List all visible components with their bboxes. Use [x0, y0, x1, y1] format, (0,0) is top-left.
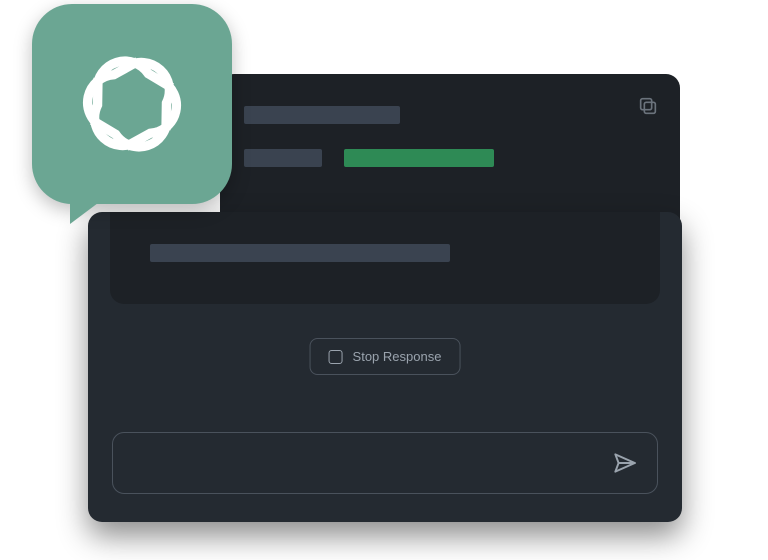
openai-logo-tile: [32, 4, 232, 204]
chat-panel: Stop Response: [88, 212, 682, 522]
code-token-neutral: [244, 149, 322, 167]
copy-button[interactable]: [634, 92, 662, 120]
stop-icon: [329, 350, 343, 364]
code-token-green: [344, 149, 494, 167]
message-input-bar: [112, 432, 658, 494]
message-input[interactable]: [133, 455, 611, 472]
response-block: [110, 212, 660, 304]
stop-response-button[interactable]: Stop Response: [310, 338, 461, 375]
response-placeholder-line: [150, 244, 450, 262]
stop-response-label: Stop Response: [353, 349, 442, 364]
openai-knot-icon: [62, 34, 202, 174]
send-button[interactable]: [611, 450, 637, 476]
code-lines: [244, 106, 656, 187]
copy-icon: [637, 95, 659, 117]
send-icon: [611, 450, 637, 476]
code-token-neutral: [244, 106, 400, 124]
